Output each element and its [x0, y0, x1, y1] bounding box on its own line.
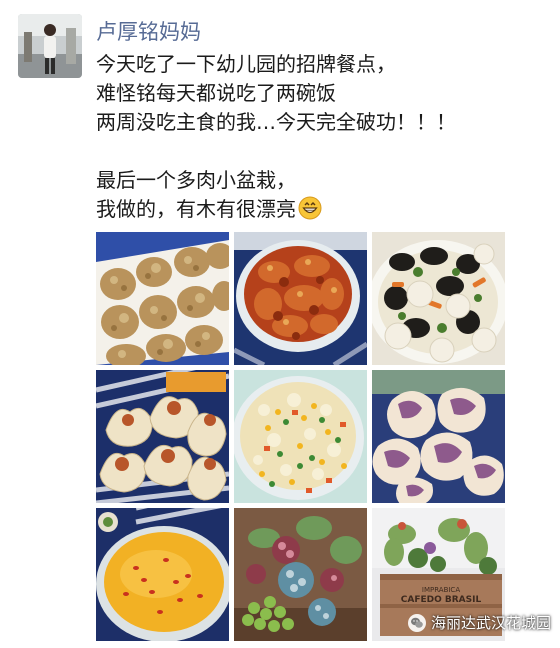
post-line: 最后一个多肉小盆栽， [96, 168, 296, 192]
photo-grid: IMPRABICA CAFEDO BRASIL [96, 232, 506, 641]
post-line: 两周没吃主食的我…今天完全破功！！！ [96, 110, 456, 134]
watermark-text: 海丽达武汉花城园 [431, 614, 552, 632]
post-line-last: 我做的，有木有很漂亮 [96, 195, 536, 224]
author-name[interactable]: 卢厚铭妈妈 [96, 18, 201, 46]
grinning-face-icon [298, 196, 322, 228]
photo-purple-buns[interactable] [372, 370, 505, 503]
photo-oat-cookies[interactable] [96, 232, 229, 365]
wechat-icon [408, 613, 426, 632]
photo-fishballs-mushroom[interactable] [372, 232, 505, 365]
post-line-text: 我做的，有木有很漂亮 [96, 197, 296, 221]
post-text: 今天吃了一下幼儿园的招牌餐点， 难怪铭每天都说吃了两碗饭 两周没吃主食的我…今天… [96, 50, 536, 224]
post-line: 今天吃了一下幼儿园的招牌餐点， [96, 52, 396, 76]
photo-braised-chicken[interactable] [234, 232, 367, 365]
post-line: 难怪铭每天都说吃了两碗饭 [96, 81, 336, 105]
photo-fried-rice[interactable] [234, 370, 367, 503]
photo-succulent-pot[interactable] [234, 508, 367, 641]
avatar[interactable] [18, 14, 82, 78]
moments-post: 卢厚铭妈妈 今天吃了一下幼儿园的招牌餐点， 难怪铭每天都说吃了两碗饭 两周没吃主… [0, 0, 560, 648]
photo-millet-porridge[interactable] [96, 508, 229, 641]
crate-label-top: IMPRABICA [422, 586, 460, 594]
watermark: 海丽达武汉花城园 [408, 612, 551, 633]
crate-label-brand: CAFEDO BRASIL [401, 595, 482, 605]
photo-shumai[interactable] [96, 370, 229, 503]
